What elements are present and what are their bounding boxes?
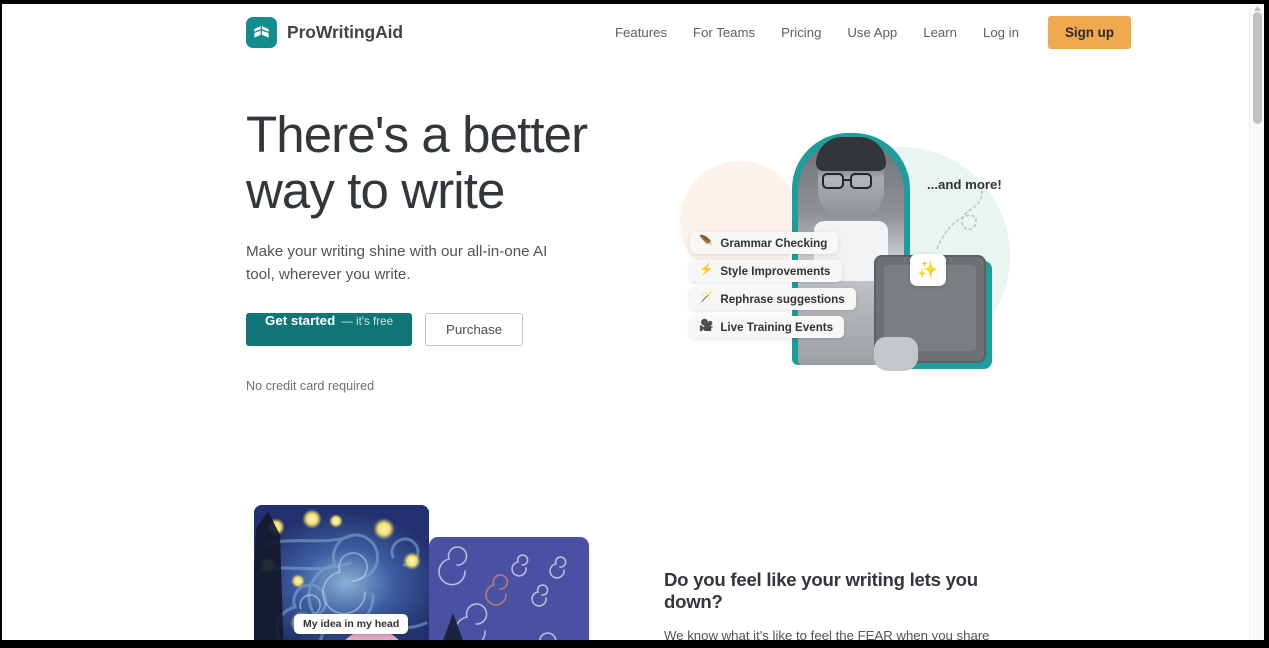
- scrollbar-thumb[interactable]: [1253, 12, 1262, 124]
- nav-link-log-in[interactable]: Log in: [970, 17, 1032, 49]
- book-layers-icon: [246, 17, 277, 48]
- hero-copy: There's a better way to write Make your …: [246, 107, 646, 393]
- page-scrollbar[interactable]: [1249, 4, 1264, 640]
- no-credit-card-note: No credit card required: [246, 379, 375, 393]
- feature-pill-grammar-checking[interactable]: 🪶 Grammar Checking: [690, 232, 839, 254]
- feature-pill-live-training-events[interactable]: 🎥 Live Training Events: [690, 316, 845, 338]
- section2-body: We know what it's like to feel the FEAR …: [664, 628, 990, 640]
- sign-up-button[interactable]: Sign up: [1047, 16, 1132, 49]
- hero-illustration: ✨ ...and more! 🪶 Grammar Checking ⚡ Styl…: [662, 109, 1022, 399]
- page-title: There's a better way to write: [246, 106, 588, 219]
- brand-name: ProWritingAid: [287, 22, 404, 42]
- get-started-button[interactable]: Get started — it's free: [246, 313, 413, 346]
- lightning-icon: ⚡: [699, 264, 714, 277]
- nav-link-features[interactable]: Features: [602, 17, 680, 49]
- video-camera-icon: 🎥: [699, 320, 714, 333]
- purple-panel: [429, 537, 589, 640]
- dotted-arrow-icon: [935, 190, 983, 252]
- glasses-right-lens: [850, 173, 872, 189]
- get-started-label: Get started: [265, 313, 336, 328]
- magic-wand-icon: 🪄: [699, 292, 714, 305]
- feature-pill-label: Live Training Events: [720, 320, 834, 334]
- person-hair: [816, 137, 886, 171]
- nav-link-pricing[interactable]: Pricing: [768, 17, 834, 49]
- section2-copy: Do you feel like your writing lets you d…: [664, 569, 1009, 640]
- feature-pill-rephrase-suggestions[interactable]: 🪄 Rephrase suggestions: [690, 288, 856, 310]
- person-hand: [874, 337, 918, 371]
- and-more-annotation: ...and more!: [927, 177, 1002, 192]
- browser-window: ProWritingAid Features For Teams Pricing…: [0, 0, 1269, 648]
- hero-subtitle: Make your writing shine with our all-in-…: [246, 243, 548, 283]
- nav-link-use-app[interactable]: Use App: [834, 17, 910, 49]
- idea-caption: My idea in my head: [294, 614, 409, 634]
- feature-pill-label: Grammar Checking: [720, 236, 828, 250]
- sparkle-badge-icon: ✨: [910, 254, 946, 286]
- section2-illustration: My idea in my head: [248, 497, 608, 640]
- brand-logo[interactable]: ProWritingAid: [246, 17, 403, 48]
- feature-pill-label: Style Improvements: [720, 264, 831, 278]
- page-viewport: ProWritingAid Features For Teams Pricing…: [2, 4, 1264, 640]
- get-started-note: — it's free: [341, 315, 394, 328]
- glasses-bridge: [844, 179, 850, 182]
- nav-link-for-teams[interactable]: For Teams: [680, 17, 768, 49]
- web-page: ProWritingAid Features For Teams Pricing…: [2, 4, 1249, 640]
- hero-cta-group: Get started — it's free Purchase: [246, 313, 646, 346]
- feature-pill-style-improvements[interactable]: ⚡ Style Improvements: [690, 260, 842, 282]
- nav-link-learn[interactable]: Learn: [910, 17, 970, 49]
- quill-icon: 🪶: [699, 236, 714, 249]
- site-header: ProWritingAid Features For Teams Pricing…: [2, 4, 1249, 60]
- section2-title: Do you feel like your writing lets you d…: [664, 569, 978, 612]
- purchase-button[interactable]: Purchase: [425, 313, 524, 346]
- feature-pill-list: 🪶 Grammar Checking ⚡ Style Improvements …: [690, 232, 856, 338]
- main-nav: Features For Teams Pricing Use App Learn…: [602, 16, 1132, 49]
- scrollbar-up-arrow-icon[interactable]: [1254, 6, 1261, 11]
- glasses-left-lens: [822, 173, 844, 189]
- feature-pill-label: Rephrase suggestions: [720, 292, 845, 306]
